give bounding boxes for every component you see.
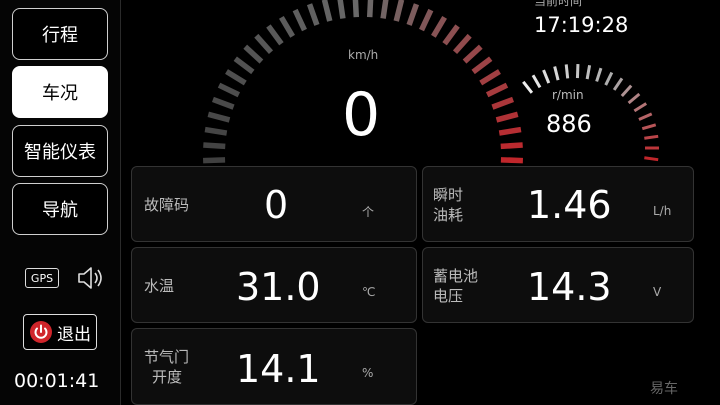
water-temp-unit: ℃ [362, 285, 376, 299]
rpm-ticks-tick [633, 102, 648, 113]
speed-ticks-tick [204, 126, 228, 136]
gps-icon[interactable]: GPS [25, 268, 59, 288]
throttle-unit: % [362, 366, 374, 380]
nav-trip-button[interactable]: 行程 [12, 8, 108, 60]
rpm-ticks-tick [604, 71, 614, 86]
nav-vehicle-status-button[interactable]: 车况 [12, 66, 108, 118]
battery-voltage-unit: V [653, 285, 662, 299]
speed-ticks-tick [217, 82, 241, 98]
rpm-ticks-tick [564, 64, 570, 79]
rpm-ticks-tick [595, 67, 603, 82]
speed-unit: km/h [348, 48, 379, 62]
sidebar: 行程 车况 智能仪表 导航 GPS 退出 00:01:41 [0, 0, 121, 405]
speed-ticks-tick [203, 142, 226, 150]
throttle-card: 节气门 开度 14.1 % [131, 328, 417, 405]
rpm-ticks-tick [612, 77, 624, 91]
speed-ticks-tick [471, 56, 493, 75]
rpm-ticks-tick [641, 123, 657, 131]
rpm-ticks-tick [620, 84, 633, 97]
speed-ticks-tick [254, 33, 274, 54]
throttle-label-1: 节气门 [144, 348, 190, 366]
rpm-ticks-tick [644, 156, 659, 162]
speed-ticks-tick [419, 8, 434, 32]
fuel-consumption-unit: L/h [653, 204, 672, 218]
speed-ticks-tick [203, 157, 226, 164]
speed-ticks-tick [233, 56, 255, 75]
rpm-ticks-tick [638, 112, 653, 121]
fault-code-card: 故障码 0 个 [131, 166, 417, 242]
speed-ticks-tick [337, 0, 346, 19]
speed-ticks-tick [479, 69, 501, 86]
fault-code-label: 故障码 [144, 196, 190, 214]
speed-ticks-tick [207, 111, 231, 123]
exit-button[interactable]: 退出 [23, 314, 97, 350]
fault-code-value: 0 [264, 183, 289, 227]
speed-ticks-tick [498, 126, 522, 136]
nav-navigation-button[interactable]: 导航 [12, 183, 108, 235]
watermark-logo: 易车 [650, 381, 678, 397]
water-temp-label: 水温 [144, 277, 175, 295]
rpm-ticks-tick [627, 92, 641, 105]
fuel-consumption-card: 瞬时 油耗 1.46 L/h [422, 166, 694, 242]
nav-smart-dashboard-button[interactable]: 智能仪表 [12, 125, 108, 177]
fuel-consumption-label-2: 油耗 [433, 206, 464, 224]
speed-ticks-tick [243, 44, 264, 64]
battery-voltage-label-1: 蓄电池 [433, 267, 479, 285]
gauge-area [203, 0, 659, 164]
speed-ticks-tick [406, 3, 420, 26]
battery-voltage-value: 14.3 [527, 265, 612, 309]
battery-voltage-label-2: 电压 [433, 287, 464, 305]
speed-ticks-tick [380, 0, 389, 19]
rpm-unit: r/min [552, 88, 584, 102]
water-temp-card: 水温 31.0 ℃ [131, 247, 417, 323]
speed-ticks-tick [462, 44, 483, 64]
speed-ticks-tick [491, 96, 515, 110]
speed-ticks-tick [266, 24, 284, 46]
speed-ticks-tick [321, 0, 333, 22]
rpm-ticks-tick [522, 80, 534, 94]
speed-ticks-tick [366, 0, 374, 18]
rpm-ticks-tick [585, 65, 592, 80]
speed-ticks-tick [292, 8, 307, 32]
current-time-label: 当前时间 [534, 0, 583, 8]
fuel-consumption-label-1: 瞬时 [433, 186, 464, 204]
speed-ticks-tick [352, 0, 360, 18]
current-time-value: 17:19:28 [534, 13, 629, 37]
speed-ticks-tick [211, 96, 235, 110]
speed-ticks-tick [485, 82, 509, 98]
speed-ticks-tick [225, 69, 247, 86]
fuel-consumption-value: 1.46 [527, 183, 612, 227]
water-temp-value: 31.0 [236, 265, 321, 309]
speed-ticks-tick [500, 157, 523, 164]
speed-ticks-tick [442, 24, 460, 46]
battery-voltage-card: 蓄电池 电压 14.3 V [422, 247, 694, 323]
speed-value: 0 [342, 80, 381, 150]
rpm-ticks-tick [644, 134, 659, 140]
speed-ticks-tick [431, 15, 447, 38]
speed-ticks-tick [393, 0, 405, 22]
speed-ticks-tick [306, 3, 320, 26]
throttle-label-2: 开度 [152, 368, 183, 386]
speaker-icon[interactable] [76, 264, 104, 292]
rpm-value: 886 [546, 110, 592, 138]
power-icon [30, 321, 52, 343]
rpm-ticks-tick [553, 66, 560, 81]
exit-label: 退出 [57, 324, 91, 345]
speed-ticks-tick [495, 111, 519, 123]
elapsed-time: 00:01:41 [14, 370, 100, 392]
throttle-value: 14.1 [236, 347, 321, 391]
rpm-ticks-tick [531, 74, 542, 89]
speed-ticks-tick [279, 15, 295, 38]
speed-ticks-tick [452, 33, 472, 54]
fault-code-unit: 个 [362, 205, 375, 219]
speed-ticks-tick [500, 142, 523, 150]
rpm-ticks-tick [542, 69, 551, 84]
